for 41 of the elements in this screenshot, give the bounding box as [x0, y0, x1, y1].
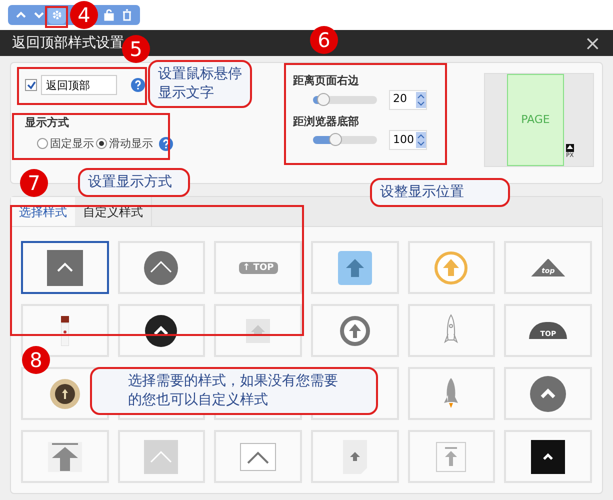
- display-mode-label: 显示方式: [25, 115, 70, 131]
- close-button[interactable]: ×: [584, 33, 601, 53]
- position-label: 距浏览器底部: [293, 114, 360, 130]
- number-spinner[interactable]: 100: [389, 130, 427, 150]
- circle-chevron-icon: [530, 376, 566, 412]
- step-marker: 4: [70, 1, 98, 29]
- help-icon[interactable]: [131, 78, 145, 92]
- lock-icon: [103, 9, 115, 21]
- vertical-tag-icon: [60, 316, 69, 346]
- square-chevron-icon: [531, 440, 566, 474]
- check-icon: [26, 80, 36, 90]
- spinner-arrows-icon: [416, 132, 426, 148]
- callout-tooltip: 设置鼠标悬停显示文字: [148, 60, 252, 108]
- circle-chevron-icon: [144, 250, 178, 284]
- radio-option[interactable]: 固定显示: [37, 136, 94, 152]
- settings-icon: [51, 9, 63, 21]
- hover-text-field[interactable]: 返回顶部: [41, 75, 117, 95]
- callout-tooltip: 设整显示位置: [370, 178, 510, 207]
- help-icon[interactable]: [159, 136, 173, 151]
- style-tile[interactable]: [21, 241, 109, 294]
- top-pill-badge: ↑ TOP: [238, 262, 278, 274]
- tab[interactable]: 选择样式: [11, 197, 75, 226]
- position-label: 距离页面右边: [293, 73, 360, 89]
- spinner-arrows-icon: [416, 92, 426, 108]
- rocket-icon: [443, 376, 460, 410]
- callout-tooltip: 设置显示方式: [78, 168, 190, 197]
- square-chevron-icon: [144, 440, 178, 474]
- radio-option[interactable]: 滑动显示: [96, 136, 153, 152]
- trash-icon: [121, 9, 133, 21]
- square-chevron-icon: [46, 250, 83, 286]
- number-spinner[interactable]: 20: [389, 90, 427, 110]
- callout-tooltip: 选择需要的样式，如果没有您需要的您也可以自定义样式: [90, 367, 378, 415]
- slider-thumb[interactable]: [316, 92, 330, 106]
- highlight-frame: [45, 6, 68, 28]
- top-button-icon: [566, 144, 574, 152]
- page-area: PAGE: [507, 74, 564, 166]
- square-chevron-icon: [240, 442, 276, 470]
- slider-thumb[interactable]: [329, 133, 342, 146]
- circle-chevron-icon: [145, 314, 178, 346]
- checkbox[interactable]: [25, 79, 37, 91]
- dialog-title: 返回顶部样式设置: [12, 34, 124, 52]
